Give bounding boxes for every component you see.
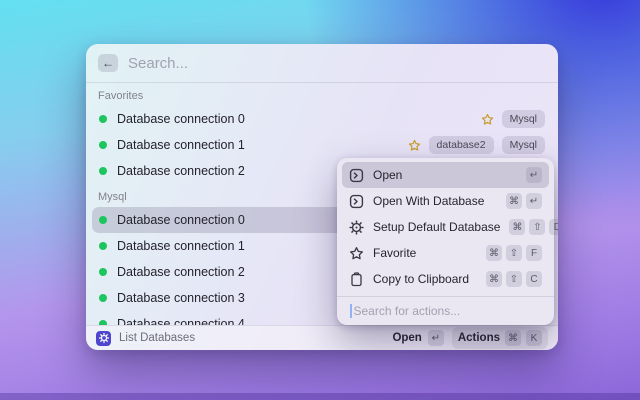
action-menu-item-favorite[interactable]: Favorite ⌘ ⇧ F (342, 240, 549, 266)
k-key-icon: K (526, 330, 542, 346)
action-menu-item-label: Favorite (373, 246, 477, 260)
search-input[interactable] (128, 55, 546, 72)
launcher-window: ← Favorites Database connection 0 Mysql (86, 44, 558, 350)
return-key-icon: ↵ (526, 167, 542, 183)
desktop-background: ← Favorites Database connection 0 Mysql (0, 0, 640, 400)
action-menu-item-setup-default-database[interactable]: Setup Default Database ⌘ ⇧ D (342, 214, 549, 240)
badge: Mysql (502, 136, 545, 154)
open-terminal-icon (349, 168, 364, 183)
search-bar: ← (86, 44, 558, 82)
badge: Mysql (502, 110, 545, 128)
arrow-left-icon: ← (102, 57, 114, 69)
shift-key-icon: ⇧ (529, 219, 545, 235)
star-icon (349, 246, 364, 261)
action-menu-item-open[interactable]: Open ↵ (342, 162, 549, 188)
actions-button-label: Actions (458, 332, 500, 344)
list-item-accessories: Mysql (481, 110, 545, 128)
action-search-row (342, 297, 549, 325)
shortcut-keys: ↵ (526, 167, 542, 183)
d-key-icon: D (549, 219, 558, 235)
action-menu-item-open-with-database[interactable]: Open With Database ⌘ ↵ (342, 188, 549, 214)
connection-status-dot (99, 294, 107, 302)
connection-status-dot (99, 141, 107, 149)
favorite-star-icon (408, 139, 421, 152)
connection-status-dot (99, 242, 107, 250)
text-caret (350, 304, 352, 318)
command-key-icon: ⌘ (509, 219, 525, 235)
command-key-icon: ⌘ (506, 193, 522, 209)
open-terminal-icon (349, 194, 364, 209)
back-button[interactable]: ← (98, 54, 118, 72)
shortcut-keys: ⌘ ⇧ F (486, 245, 542, 261)
action-menu-item-label: Open With Database (373, 194, 497, 208)
favorite-star-icon (481, 113, 494, 126)
action-menu-item-copy-to-clipboard[interactable]: Copy to Clipboard ⌘ ⇧ C (342, 266, 549, 292)
list-item-label: Database connection 1 (117, 138, 398, 152)
action-menu: Open ↵ Open With Database ⌘ ↵ (337, 158, 554, 325)
badge: database2 (429, 136, 494, 154)
command-key-icon: ⌘ (486, 271, 502, 287)
status-bar: List Databases Open ↵ Actions ⌘ K (86, 325, 558, 350)
shortcut-keys: ⌘ ↵ (506, 193, 542, 209)
return-key-icon: ↵ (428, 330, 444, 346)
open-action-label[interactable]: Open (392, 332, 421, 344)
action-menu-item-label: Open (373, 168, 517, 182)
gear-icon (349, 220, 364, 235)
command-key-icon: ⌘ (505, 330, 521, 346)
shortcut-keys: ⌘ ⇧ C (486, 271, 542, 287)
connection-status-dot (99, 167, 107, 175)
list-item[interactable]: Database connection 1 database2 Mysql (92, 132, 552, 158)
footer-actions: Open ↵ Actions ⌘ K (392, 327, 548, 349)
f-key-icon: F (526, 245, 542, 261)
action-menu-item-label: Setup Default Database (373, 220, 500, 234)
list-item-label: Database connection 0 (117, 112, 471, 126)
c-key-icon: C (526, 271, 542, 287)
connection-status-dot (99, 115, 107, 123)
shift-key-icon: ⇧ (506, 245, 522, 261)
connection-status-dot (99, 216, 107, 224)
section-title-favorites: Favorites (92, 83, 552, 106)
command-name: List Databases (119, 332, 384, 344)
actions-button[interactable]: Actions ⌘ K (452, 327, 548, 349)
list-item-accessories: database2 Mysql (408, 136, 545, 154)
action-menu-item-label: Copy to Clipboard (373, 272, 477, 286)
list-item[interactable]: Database connection 0 Mysql (92, 106, 552, 132)
return-key-icon: ↵ (526, 193, 542, 209)
clipboard-icon (349, 272, 364, 287)
action-search-input[interactable] (354, 304, 542, 318)
connection-status-dot (99, 268, 107, 276)
extension-icon (96, 331, 111, 346)
command-key-icon: ⌘ (486, 245, 502, 261)
shift-key-icon: ⇧ (506, 271, 522, 287)
shortcut-keys: ⌘ ⇧ D (509, 219, 558, 235)
